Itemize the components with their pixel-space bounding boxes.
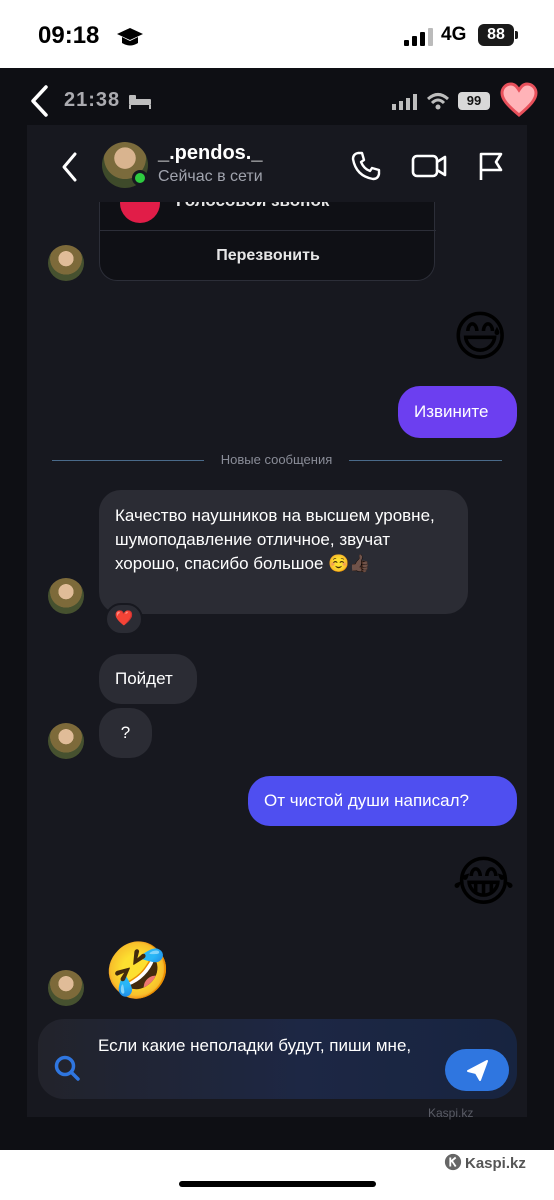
chat-header: _.pendos._ Сейчас в сети [27,130,527,202]
message-bubble-in[interactable]: ? [99,708,152,758]
home-indicator[interactable] [179,1181,376,1187]
send-button[interactable] [445,1049,509,1091]
separator-label: Новые сообщения [220,452,333,467]
device-status-bar: 09:18 4G 88 [0,0,554,68]
message-input-bar: Если какие неполадки будут, пиши мне, [38,1019,517,1099]
device-time: 09:18 [38,22,100,49]
message-bubble-out[interactable]: От чистой души написал? [248,776,517,826]
contact-name[interactable]: _.pendos._ [158,142,262,165]
battery-tip [515,31,518,39]
wifi-icon [426,93,450,110]
search-icon[interactable] [52,1053,82,1083]
network-type: 4G [441,24,467,45]
message-emoji: 😂 [452,852,516,912]
battery-level: 88 [478,24,514,46]
separator-line [349,460,502,461]
callback-button[interactable]: Перезвонить [100,231,436,281]
back-icon[interactable] [59,150,79,184]
message-text: Качество наушников на высшем уровне, шум… [115,506,435,573]
message-text: От чистой души написал? [264,791,470,810]
inner-time: 21:38 [64,89,121,111]
contact-status: Сейчас в сети [158,168,263,185]
message-bubble-in[interactable]: Пойдет [99,654,197,704]
kaspi-logo-icon [444,1153,462,1171]
message-bubble-in[interactable]: Качество наушников на высшем уровне, шум… [99,490,468,614]
message-emoji: 😅 [452,307,509,367]
message-text: ? [120,723,131,742]
back-icon[interactable] [28,84,50,118]
message-text: Пойдет [115,669,173,688]
send-icon [467,1060,488,1081]
new-messages-separator: Новые сообщения [52,452,502,470]
inner-signal-icon [392,94,417,110]
message-emoji: 🤣 [104,941,172,1001]
heart-reaction[interactable]: ❤️ [105,603,143,635]
outer-watermark: Kaspi.kz [444,1153,526,1172]
avatar[interactable] [48,245,84,281]
watermark-text: Kaspi.kz [465,1155,526,1172]
heart-icon[interactable] [500,82,538,118]
video-icon[interactable] [411,150,447,182]
inner-battery: 99 [458,92,490,110]
message-text: Извините [414,402,489,421]
message-emoji: ☺️👍🏿 [328,554,371,573]
graduation-cap-icon [117,28,143,46]
cellular-signal-icon [404,28,433,46]
inner-watermark: Kaspi.kz [428,1106,474,1120]
sleep-icon [129,95,151,109]
online-indicator [132,170,148,186]
message-input[interactable]: Если какие неполадки будут, пиши мне, [98,1033,428,1058]
separator-line [52,460,204,461]
message-bubble-out[interactable]: Извините [398,386,517,438]
phone-icon[interactable] [350,150,382,182]
avatar[interactable] [48,578,84,614]
avatar[interactable] [48,723,84,759]
avatar[interactable] [48,970,84,1006]
flag-icon[interactable] [477,150,505,182]
